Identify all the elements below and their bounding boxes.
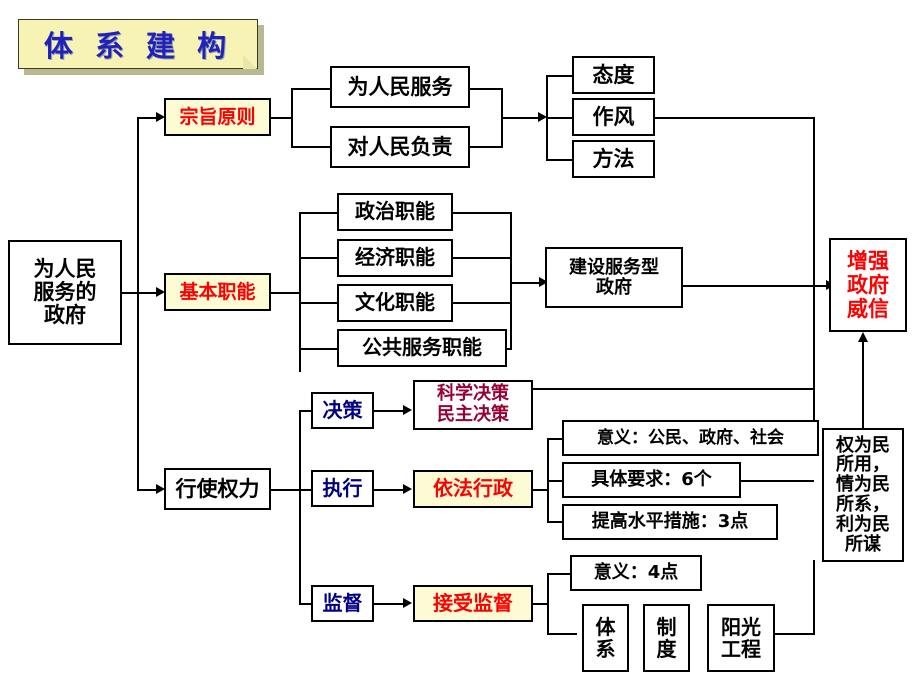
- node-exercise-power[interactable]: 行使权力: [164, 468, 271, 510]
- node-economic-function[interactable]: 经济职能: [337, 239, 453, 277]
- connector-scientific-to-right-trunk: [533, 388, 814, 390]
- connector-to-system-row: [547, 633, 577, 635]
- node-supervision[interactable]: 监督: [311, 585, 374, 622]
- connector-economic-out: [452, 257, 512, 259]
- node-institution[interactable]: 制 度: [643, 604, 690, 672]
- node-significance-citizens-gov-society[interactable]: 意义：公民、政府、社会: [562, 420, 819, 456]
- connector-accept-supervision-fork: [547, 573, 549, 635]
- node-principle[interactable]: 宗旨原则: [164, 98, 271, 136]
- node-responsible[interactable]: 对人民负责: [330, 126, 470, 168]
- node-basic-functions[interactable]: 基本职能: [164, 273, 271, 311]
- connector-to-basic-functions: [137, 292, 156, 294]
- connector-to-measures-three: [547, 521, 563, 523]
- connector-basic-functions-out: [271, 292, 301, 294]
- node-decision[interactable]: 决策: [311, 392, 374, 429]
- connector-to-cultural: [299, 302, 339, 304]
- connector-supervision-out: [374, 603, 406, 605]
- page-title: 体 系 建 构: [43, 29, 233, 63]
- connector-decision-out: [374, 410, 406, 412]
- connector-exercise-power-out: [271, 489, 301, 491]
- connector-to-public-service: [299, 348, 339, 350]
- node-cultural-function[interactable]: 文化职能: [337, 284, 453, 322]
- connector-to-supervision: [299, 603, 311, 605]
- connector-merge-to-service-gov: [510, 282, 542, 284]
- node-sunshine-project[interactable]: 阳光 工程: [707, 604, 775, 672]
- connector-to-economic: [299, 257, 339, 259]
- arrowhead-rule-by-law: [403, 484, 412, 494]
- title-card-fold-icon: [243, 55, 257, 69]
- node-root[interactable]: 为人民 服务的 政府: [8, 240, 122, 345]
- connector-to-significance-three: [547, 438, 563, 440]
- node-attitude[interactable]: 态度: [572, 56, 655, 94]
- connector-to-requirements-six: [547, 480, 563, 482]
- node-accept-supervision[interactable]: 接受监督: [413, 585, 533, 622]
- node-execution[interactable]: 执行: [311, 470, 374, 507]
- arrowhead-accept-supervision: [403, 598, 412, 608]
- node-system[interactable]: 体 系: [582, 604, 629, 672]
- connector-to-style: [546, 117, 573, 119]
- connector-to-serve-people: [291, 88, 330, 90]
- connector-to-method: [546, 159, 573, 161]
- node-requirements-six[interactable]: 具体要求：6个: [562, 462, 741, 498]
- connector-people-oriented-up: [862, 340, 864, 430]
- connector-service-gov-to-credibility: [683, 285, 829, 287]
- connector-to-attitude: [546, 75, 573, 77]
- connector-main-trunk: [137, 117, 139, 491]
- node-service-government[interactable]: 建设服务型 政府: [545, 247, 683, 308]
- connector-political-out: [452, 212, 512, 214]
- connector-merge-to-style-group: [501, 117, 541, 119]
- connector-responsible-out: [470, 146, 503, 148]
- connector-to-principle: [137, 117, 156, 119]
- connector-execution-out: [374, 489, 406, 491]
- connector-exercise-power-fork: [299, 410, 301, 604]
- node-rule-by-law[interactable]: 依法行政: [413, 470, 533, 508]
- connector-right-trunk: [813, 117, 815, 429]
- connector-to-execution: [299, 489, 311, 491]
- connector-principle-fork: [291, 88, 293, 148]
- arrowhead-scientific-democratic: [403, 405, 412, 415]
- connector-sunshine-up: [813, 560, 815, 635]
- connector-requirements-to-right-trunk: [741, 480, 814, 482]
- node-political-function[interactable]: 政治职能: [337, 193, 453, 231]
- connector-to-decision: [299, 410, 311, 412]
- connector-to-exercise-power: [137, 489, 156, 491]
- connector-merge-functions: [510, 212, 512, 350]
- connector-style-to-right-trunk: [655, 117, 815, 119]
- node-people-oriented[interactable]: 权为民 所用， 情为民 所系， 利为民 所谋: [822, 428, 904, 562]
- node-scientific-democratic-decision[interactable]: 科学决策 民主决策: [413, 380, 533, 430]
- node-method[interactable]: 方法: [572, 140, 655, 178]
- node-public-service-function[interactable]: 公共服务职能: [337, 329, 507, 367]
- connector-cultural-out: [452, 302, 512, 304]
- title-card: 体 系 建 构: [18, 19, 258, 69]
- connector-to-political: [299, 212, 339, 214]
- node-measures-three[interactable]: 提高水平措施：3点: [562, 504, 778, 540]
- node-significance-four[interactable]: 意义：4点: [570, 555, 702, 591]
- connector-to-significance-four: [547, 573, 571, 575]
- connector-to-responsible: [291, 146, 330, 148]
- connector-principle-out: [271, 117, 291, 119]
- arrowhead-people-oriented-up: [858, 332, 868, 342]
- connector-sunshine-out: [775, 633, 815, 635]
- connector-serve-people-out: [470, 88, 503, 90]
- diagram-canvas: 体 系 建 构 为人民 服务的 政府 宗旨原则 为人民服务 对人民负责 态度 作…: [0, 0, 920, 690]
- node-enhance-credibility[interactable]: 增强 政府 威信: [829, 238, 907, 332]
- node-style[interactable]: 作风: [572, 98, 655, 136]
- node-serve-people[interactable]: 为人民服务: [330, 66, 470, 108]
